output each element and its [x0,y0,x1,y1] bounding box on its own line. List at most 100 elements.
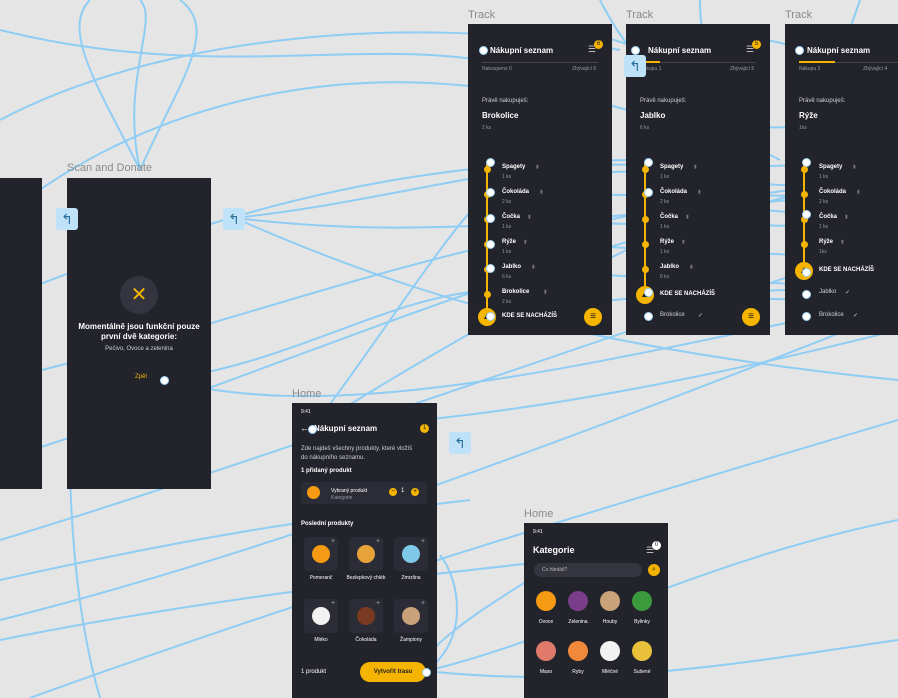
connection-wire [0,559,561,641]
list-item-qty: 1 ks [502,174,512,180]
category-image[interactable] [536,591,556,611]
connection-handle[interactable] [486,240,495,249]
connection-handle[interactable] [486,312,495,321]
connection-handle[interactable] [802,158,811,167]
delete-icon[interactable]: ▮ [694,164,697,170]
add-icon[interactable]: + [421,538,425,545]
delete-icon[interactable]: ▮ [845,214,848,220]
category-image[interactable] [632,641,652,661]
add-icon[interactable]: + [331,600,335,607]
category-label: Ryby [572,669,584,675]
delete-icon[interactable]: ▮ [857,189,860,195]
count-badge: 6 [594,40,603,49]
delete-icon[interactable]: ▮ [528,214,531,220]
add-icon[interactable]: + [376,538,380,545]
connection-handle[interactable] [486,188,495,197]
category-image[interactable] [632,591,652,611]
filter-icon[interactable]: ≡ [742,308,760,326]
category-image[interactable] [600,641,620,661]
added-item-name: Vybraný produkt [331,488,368,494]
category-image[interactable] [536,641,556,661]
delete-icon[interactable]: ▮ [532,264,535,270]
product-name: Žampiony [400,637,422,643]
delete-icon[interactable]: ▮ [690,264,693,270]
connection-handle[interactable] [486,214,495,223]
progress-fill [799,61,835,63]
product-name: Pomeranč [309,575,333,581]
connection-handle[interactable] [160,376,169,385]
back-link[interactable]: Zpět [135,374,147,380]
delete-icon[interactable]: ▮ [536,164,539,170]
timeline-node [641,216,649,223]
connection-handle[interactable] [486,158,495,167]
category-image[interactable] [568,641,588,661]
delete-icon[interactable]: ▮ [698,189,701,195]
add-icon[interactable]: + [421,600,425,607]
orange-icon [307,486,320,499]
now-label: Právě nakupuješ: [799,98,846,104]
back-arrow-icon[interactable]: ↰ [223,208,245,230]
delete-icon[interactable]: ▮ [853,164,856,170]
delete-icon[interactable]: ▮ [524,239,527,245]
connection-handle[interactable] [422,668,431,677]
page-title: Nákupní seznam [648,46,712,55]
connection-handle[interactable] [631,46,640,55]
back-arrow-icon[interactable]: ↰ [56,208,78,230]
page-title: Nákupní seznam [807,46,871,55]
connection-handle[interactable] [486,264,495,273]
product-tile[interactable]: + [304,537,338,571]
connection-handle[interactable] [644,288,653,297]
connection-handle[interactable] [802,210,811,219]
product-tile[interactable]: + [394,537,428,571]
back-arrow-icon[interactable]: ↰ [624,55,646,77]
delete-icon[interactable]: ▮ [841,239,844,245]
category-image[interactable] [600,591,620,611]
filter-icon[interactable]: ≡ [584,308,602,326]
list-item-qty: 1 ks [660,224,670,230]
back-arrow-icon[interactable]: ↰ [449,432,471,454]
connection-handle[interactable] [802,290,811,299]
progress-left: Zbývající 6 [572,66,597,72]
now-qty: 6 ks [640,125,650,131]
delete-icon[interactable]: ▮ [544,289,547,295]
done-item: Brokolice [660,312,685,318]
frame-scan-and-donate: ✕ Momentálně jsou funkční pouze první dv… [67,178,211,489]
page-title: Nákupní seznam [314,424,378,433]
timeline-node [800,166,808,173]
product-tile[interactable]: + [304,599,338,633]
frame-label-track-1: Track [468,9,496,21]
category-image[interactable] [568,591,588,611]
now-qty: 2 ks [482,125,492,131]
search-input[interactable]: Co hledáš? [534,563,642,577]
connection-handle[interactable] [802,268,811,277]
search-icon[interactable]: ⌕ [648,564,660,576]
delete-icon[interactable]: ▮ [686,214,689,220]
close-icon[interactable]: ✕ [120,276,158,314]
connection-handle[interactable] [795,46,804,55]
connection-handle[interactable] [802,312,811,321]
connection-handle[interactable] [644,188,653,197]
list-item-name: Jablko [660,264,680,270]
list-item-name: Brokolice [502,289,530,295]
list-item-name: Jablko [502,264,522,270]
now-qty: 1ks [799,125,807,131]
connection-handle[interactable] [479,46,488,55]
added-product-card[interactable]: Vybraný produkt Kategorie − 1 + [301,482,427,504]
frame-label-track-3: Track [785,9,813,21]
delete-icon[interactable]: ▮ [682,239,685,245]
connection-handle[interactable] [644,158,653,167]
product-tile[interactable]: + [349,537,383,571]
product-tile[interactable]: + [394,599,428,633]
connection-handle[interactable] [644,312,653,321]
add-icon[interactable]: + [331,538,335,545]
create-route-button[interactable]: Vytvořit trasu [360,662,426,682]
count-badge: 0 [652,541,661,550]
add-icon[interactable]: + [376,600,380,607]
minus-button[interactable]: − [389,488,397,496]
product-tile[interactable]: + [349,599,383,633]
connection-handle[interactable] [308,425,317,434]
plus-button[interactable]: + [411,488,419,496]
list-item-qty: 1 ks [660,249,670,255]
delete-icon[interactable]: ▮ [540,189,543,195]
frame-label-home-list: Home [292,388,322,400]
